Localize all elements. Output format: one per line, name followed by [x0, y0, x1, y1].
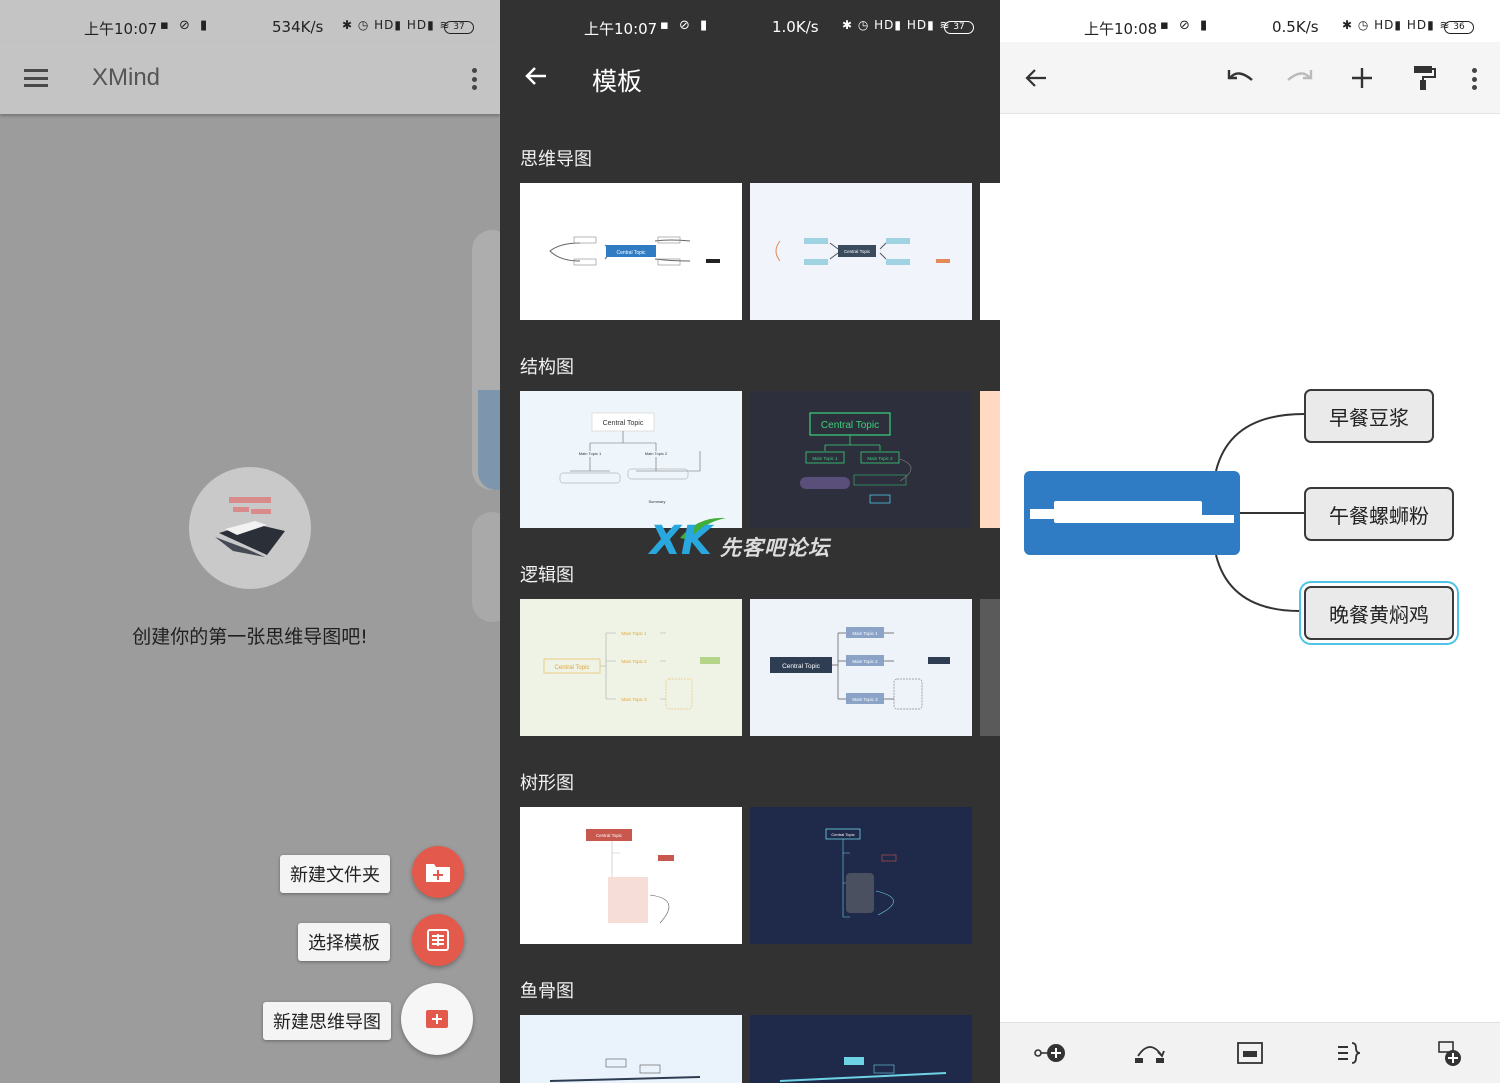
template-card-partial[interactable]: [980, 391, 1000, 528]
central-topic-node[interactable]: [1024, 471, 1240, 555]
template-card[interactable]: Central Topic: [520, 183, 742, 320]
thumb-main-topic: Main Topic 2: [867, 456, 893, 461]
topic-node-dinner[interactable]: 晚餐黄焖鸡: [1304, 586, 1454, 640]
new-mindmap-button[interactable]: [401, 983, 473, 1055]
section-logic-chart: 逻辑图: [520, 565, 574, 586]
thumb-central-topic: Central Topic: [821, 420, 879, 431]
empty-state-text: 创建你的第一张思维导图吧!: [132, 626, 368, 648]
summary-icon[interactable]: [1336, 1040, 1364, 1066]
section-tree-chart: 树形图: [520, 773, 574, 794]
section-org-chart: 结构图: [520, 357, 574, 378]
system-icons: ✱ ◷ HD▮ HD▮ ≋: [342, 18, 451, 32]
topic-node-lunch[interactable]: 午餐螺蛳粉: [1304, 487, 1454, 541]
watermark-text: 先客吧论坛: [720, 536, 830, 560]
choose-template-button[interactable]: [412, 914, 464, 966]
template-card[interactable]: Central Topic: [750, 183, 972, 320]
template-card[interactable]: Central Topic: [750, 807, 972, 944]
thumb-central-topic: Central Topic: [596, 833, 623, 838]
section-mindmap: 思维导图: [520, 149, 592, 170]
template-card-partial[interactable]: [980, 183, 1000, 320]
arrow-back-icon[interactable]: [524, 64, 548, 88]
thumb-summary: Summary: [648, 499, 665, 504]
template-grid-icon: [427, 929, 449, 951]
thumb-central-topic: Central Topic: [603, 420, 644, 427]
thumb-main-topic: Main Topic 1: [621, 631, 647, 636]
page-title: 模板: [592, 67, 643, 96]
thumb-central-topic: Central Topic: [616, 250, 646, 256]
template-card[interactable]: Central Topic Main Topic 1 Main Topic 2 …: [750, 599, 972, 736]
template-card[interactable]: Central Topic: [520, 807, 742, 944]
more-vert-icon[interactable]: [472, 68, 478, 90]
battery-icon: 37: [444, 21, 474, 34]
thumb-main-topic: Main Topic 3: [852, 697, 878, 702]
network-speed: 534K/s: [272, 18, 324, 36]
hamburger-icon[interactable]: [24, 69, 48, 87]
relationship-icon[interactable]: [1134, 1040, 1166, 1066]
status-bar: 上午10:07 ▪ ⊘ ▮ 1.0K/s ✱ ◷ HD▮ HD▮ ≋ 37: [500, 0, 1000, 42]
empty-state-illustration: [189, 467, 311, 589]
template-card[interactable]: [750, 1015, 972, 1083]
thumb-main-topic: Main Topic 1: [579, 451, 602, 456]
network-speed: 1.0K/s: [772, 18, 819, 36]
underlying-card-edge: [478, 390, 500, 490]
new-folder-icon: [426, 864, 450, 882]
new-folder-label[interactable]: 新建文件夹: [280, 855, 390, 893]
battery-icon: 37: [944, 21, 974, 34]
status-bar: 上午10:07 ▪ ⊘ ▮ 534K/s ✱ ◷ HD▮ HD▮ ≋ 37: [0, 0, 500, 42]
boundary-icon[interactable]: [1236, 1040, 1264, 1066]
thumb-main-topic: Main Topic 2: [621, 659, 647, 664]
status-time: 上午10:07: [584, 20, 658, 38]
new-folder-button[interactable]: [412, 846, 464, 898]
editor-bottom-bar: [1000, 1022, 1500, 1083]
notification-icons: ▪ ⊘ ▮: [160, 18, 211, 33]
system-icons: ✱ ◷ HD▮ HD▮ ≋: [842, 18, 951, 32]
forum-watermark: XK 先客吧论坛: [650, 514, 870, 574]
add-subtopic-icon[interactable]: [1034, 1040, 1068, 1066]
thumb-central-topic: Central Topic: [782, 663, 821, 670]
template-card[interactable]: Central Topic Main Topic 1 Main Topic 2: [750, 391, 972, 528]
template-card[interactable]: Central Topic Main Topic 1 Main Topic 2 …: [520, 599, 742, 736]
redacted-text: [1030, 509, 1070, 519]
templates-screen: 上午10:07 ▪ ⊘ ▮ 1.0K/s ✱ ◷ HD▮ HD▮ ≋ 37 模板…: [500, 0, 1000, 1083]
thumb-main-topic: Main Topic 1: [852, 631, 878, 636]
notification-icons: ▪ ⊘ ▮: [660, 18, 711, 33]
empty-folder-icon: [215, 497, 285, 557]
thumb-central-topic: Central Topic: [844, 249, 871, 254]
app-bar: XMind: [0, 42, 500, 114]
editor-screen: 上午10:08 ▪ ⊘ ▮ 0.5K/s ✱ ◷ HD▮ HD▮ ≋ 36 早餐…: [1000, 0, 1500, 1083]
template-card[interactable]: [520, 1015, 742, 1083]
new-mindmap-icon: [426, 1010, 448, 1028]
thumb-main-topic: Main Topic 1: [812, 456, 838, 461]
thumb-main-topic: Main Topic 2: [645, 451, 668, 456]
new-mindmap-label[interactable]: 新建思维导图: [263, 1002, 391, 1040]
redacted-text: [1174, 515, 1234, 523]
template-card-partial[interactable]: [980, 599, 1000, 736]
thumb-central-topic: Central Topic: [555, 665, 590, 671]
add-floating-topic-icon[interactable]: [1436, 1040, 1464, 1068]
thumb-main-topic: Main Topic 2: [852, 659, 878, 664]
choose-template-label[interactable]: 选择模板: [298, 923, 390, 961]
template-card[interactable]: Central Topic Main Topic 1 Main Topic 2 …: [520, 391, 742, 528]
topic-node-breakfast[interactable]: 早餐豆浆: [1304, 389, 1434, 443]
thumb-main-topic: Main Topic 3: [621, 697, 647, 702]
status-time: 上午10:07: [84, 20, 158, 38]
underlying-card-edge: [472, 512, 500, 622]
home-screen: 上午10:07 ▪ ⊘ ▮ 534K/s ✱ ◷ HD▮ HD▮ ≋ 37 XM…: [0, 0, 500, 1083]
watermark-logo: XK: [650, 518, 712, 564]
section-fishbone: 鱼骨图: [520, 981, 574, 1002]
thumb-central-topic: Central Topic: [831, 832, 854, 837]
app-title: XMind: [92, 64, 161, 91]
